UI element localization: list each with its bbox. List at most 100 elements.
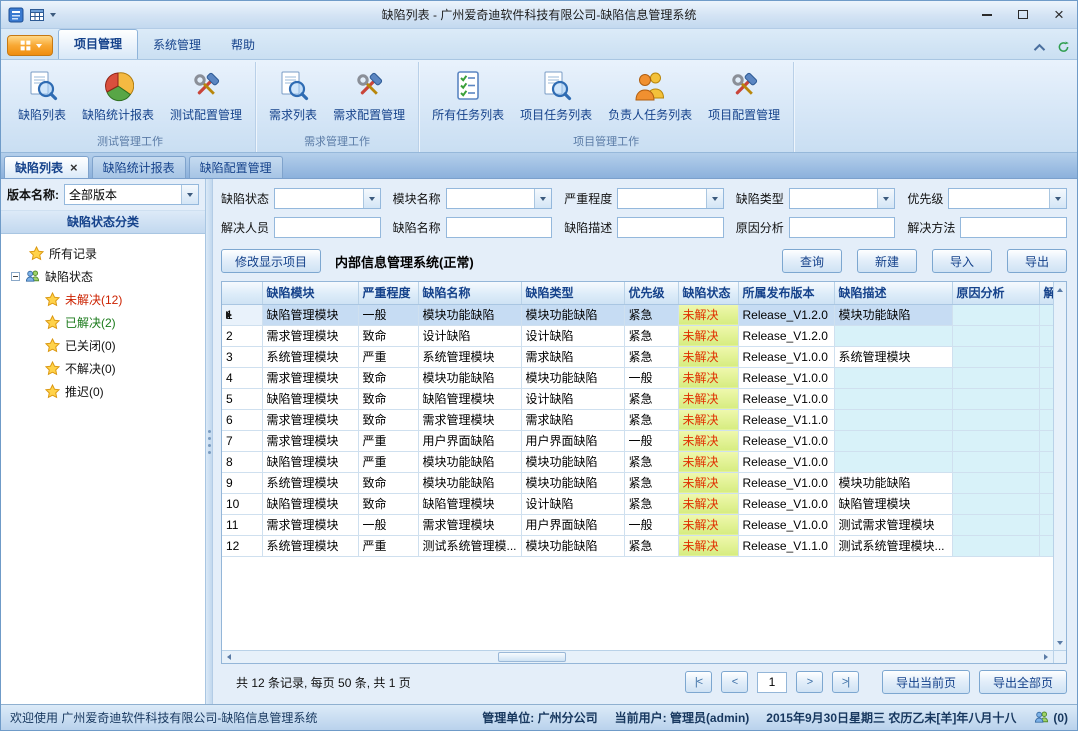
filter-defect-desc-input[interactable] [617,217,724,238]
grid-cell[interactable] [952,346,1039,367]
grid-column-header[interactable]: 所属发布版本 [738,282,834,304]
grid-cell[interactable] [952,472,1039,493]
close-icon[interactable]: × [70,161,78,174]
grid-cell[interactable]: 紧急 [624,346,678,367]
scroll-up-icon[interactable] [1053,284,1067,295]
grid-cell[interactable]: 未解决 [678,367,738,388]
grid-cell[interactable]: 紧急 [624,451,678,472]
grid-cell[interactable]: 模块功能缺陷 [418,304,521,325]
grid-row-2[interactable]: 2需求管理模块致命设计缺陷设计缺陷紧急未解决Release_V1.2.0 [222,325,1053,346]
grid-cell[interactable]: 系统管理模块 [262,472,358,493]
grid-cell[interactable]: 未解决 [678,325,738,346]
grid-cell[interactable]: Release_V1.2.0 [738,325,834,346]
online-users[interactable]: (0) [1033,710,1068,725]
grid-cell[interactable]: 严重 [358,451,418,472]
grid-cell[interactable]: 一般 [358,304,418,325]
doc-tab-defect-list[interactable]: 缺陷列表× [4,156,89,178]
grid-cell[interactable]: 缺陷管理模块 [834,493,952,514]
grid-cell[interactable]: 严重 [358,346,418,367]
grid-cell[interactable]: 致命 [358,409,418,430]
row-number-cell[interactable]: 11 [222,514,262,535]
chevron-down-icon[interactable] [50,13,56,17]
tree-item-unresolved[interactable]: 未解决(12) [3,288,203,311]
row-number-cell[interactable]: 7 [222,430,262,451]
grid-cell[interactable]: 致命 [358,472,418,493]
row-number-cell[interactable]: 10 [222,493,262,514]
grid-column-header[interactable]: 缺陷模块 [262,282,358,304]
ribbon-button-req-config[interactable]: 需求配置管理 [326,65,412,126]
dropdown-icon[interactable] [877,189,894,208]
maximize-button[interactable] [1005,3,1041,27]
new-button[interactable]: 新建 [857,249,917,273]
grid-cell[interactable]: 模块功能缺陷 [521,451,624,472]
grid-cell[interactable]: 严重 [358,535,418,556]
grid-cell[interactable]: 设计缺陷 [521,388,624,409]
ribbon-button-defect-report[interactable]: 缺陷统计报表 [75,65,161,126]
grid-cell[interactable]: 需求管理模块 [262,430,358,451]
scroll-right-icon[interactable] [1039,652,1053,663]
import-button[interactable]: 导入 [932,249,992,273]
doc-tab-defect-report[interactable]: 缺陷统计报表 [92,156,186,178]
grid-cell[interactable]: 致命 [358,388,418,409]
grid-cell[interactable] [1039,430,1053,451]
modify-columns-button[interactable]: 修改显示项目 [221,249,321,273]
grid-cell[interactable]: 一般 [624,430,678,451]
grid-cell[interactable] [1039,325,1053,346]
grid-cell[interactable]: Release_V1.0.0 [738,346,834,367]
grid-cell[interactable]: 模块功能缺陷 [521,472,624,493]
tree-item-all-records[interactable]: 所有记录 [3,242,203,265]
grid-cell[interactable]: 缺陷管理模块 [262,304,358,325]
grid-cell[interactable]: 缺陷管理模块 [418,493,521,514]
grid-cell[interactable]: 设计缺陷 [521,325,624,346]
grid-cell[interactable]: 需求管理模块 [262,409,358,430]
grid-cell[interactable]: 测试需求管理模块 [834,514,952,535]
grid-cell[interactable] [1039,409,1053,430]
grid-cell[interactable]: Release_V1.0.0 [738,367,834,388]
grid-cell[interactable]: 测试系统管理模... [418,535,521,556]
grid-cell[interactable]: 致命 [358,367,418,388]
grid-cell[interactable] [834,325,952,346]
grid-cell[interactable]: Release_V1.0.0 [738,514,834,535]
tree-item-resolved[interactable]: 已解决(2) [3,311,203,334]
grid-row-9[interactable]: 9系统管理模块致命模块功能缺陷模块功能缺陷紧急未解决Release_V1.0.0… [222,472,1053,493]
grid-cell[interactable]: 模块功能缺陷 [521,535,624,556]
grid-cell[interactable]: 模块功能缺陷 [521,367,624,388]
grid-cell[interactable]: 一般 [624,367,678,388]
grid-cell[interactable]: Release_V1.1.0 [738,409,834,430]
row-number-cell[interactable]: 4 [222,367,262,388]
filter-defect-name-input[interactable] [446,217,553,238]
dropdown-icon[interactable] [363,189,380,208]
tree-item-defect-status[interactable]: 缺陷状态 [3,265,203,288]
grid-cell[interactable]: 紧急 [624,493,678,514]
grid-cell[interactable]: 缺陷管理模块 [418,388,521,409]
filter-defect-type-combo[interactable] [789,188,896,209]
grid-column-header[interactable]: 缺陷名称 [418,282,521,304]
grid-cell[interactable]: 模块功能缺陷 [418,367,521,388]
grid-column-header[interactable]: 解决方法 [1039,282,1053,304]
grid-row-3[interactable]: 3系统管理模块严重系统管理模块需求缺陷紧急未解决Release_V1.0.0系统… [222,346,1053,367]
grid-row-10[interactable]: 10缺陷管理模块致命缺陷管理模块设计缺陷紧急未解决Release_V1.0.0缺… [222,493,1053,514]
grid-cell[interactable]: 缺陷管理模块 [262,451,358,472]
collapse-ribbon-icon[interactable] [1032,41,1047,53]
grid-cell[interactable] [952,493,1039,514]
grid-cell[interactable] [952,409,1039,430]
row-number-cell[interactable]: 8 [222,451,262,472]
grid-cell[interactable] [952,388,1039,409]
grid-cell[interactable]: Release_V1.0.0 [738,388,834,409]
ribbon-button-owner-tasks[interactable]: 负责人任务列表 [601,65,699,126]
grid-cell[interactable]: 需求缺陷 [521,346,624,367]
row-number-cell[interactable]: 3 [222,346,262,367]
grid-cell[interactable]: 需求管理模块 [418,409,521,430]
grid-cell[interactable] [1039,472,1053,493]
grid-cell[interactable] [952,514,1039,535]
version-combo[interactable]: 全部版本 [64,184,199,205]
scrollbar-thumb[interactable] [498,652,566,662]
grid-cell[interactable]: 需求管理模块 [262,325,358,346]
prev-page-button[interactable]: < [721,671,748,693]
grid-cell[interactable]: 未解决 [678,472,738,493]
export-current-page-button[interactable]: 导出当前页 [882,670,970,694]
tree-item-closed[interactable]: 已关闭(0) [3,334,203,357]
filter-solution-input[interactable] [960,217,1067,238]
grid-cell[interactable]: 未解决 [678,346,738,367]
grid-cell[interactable] [834,451,952,472]
